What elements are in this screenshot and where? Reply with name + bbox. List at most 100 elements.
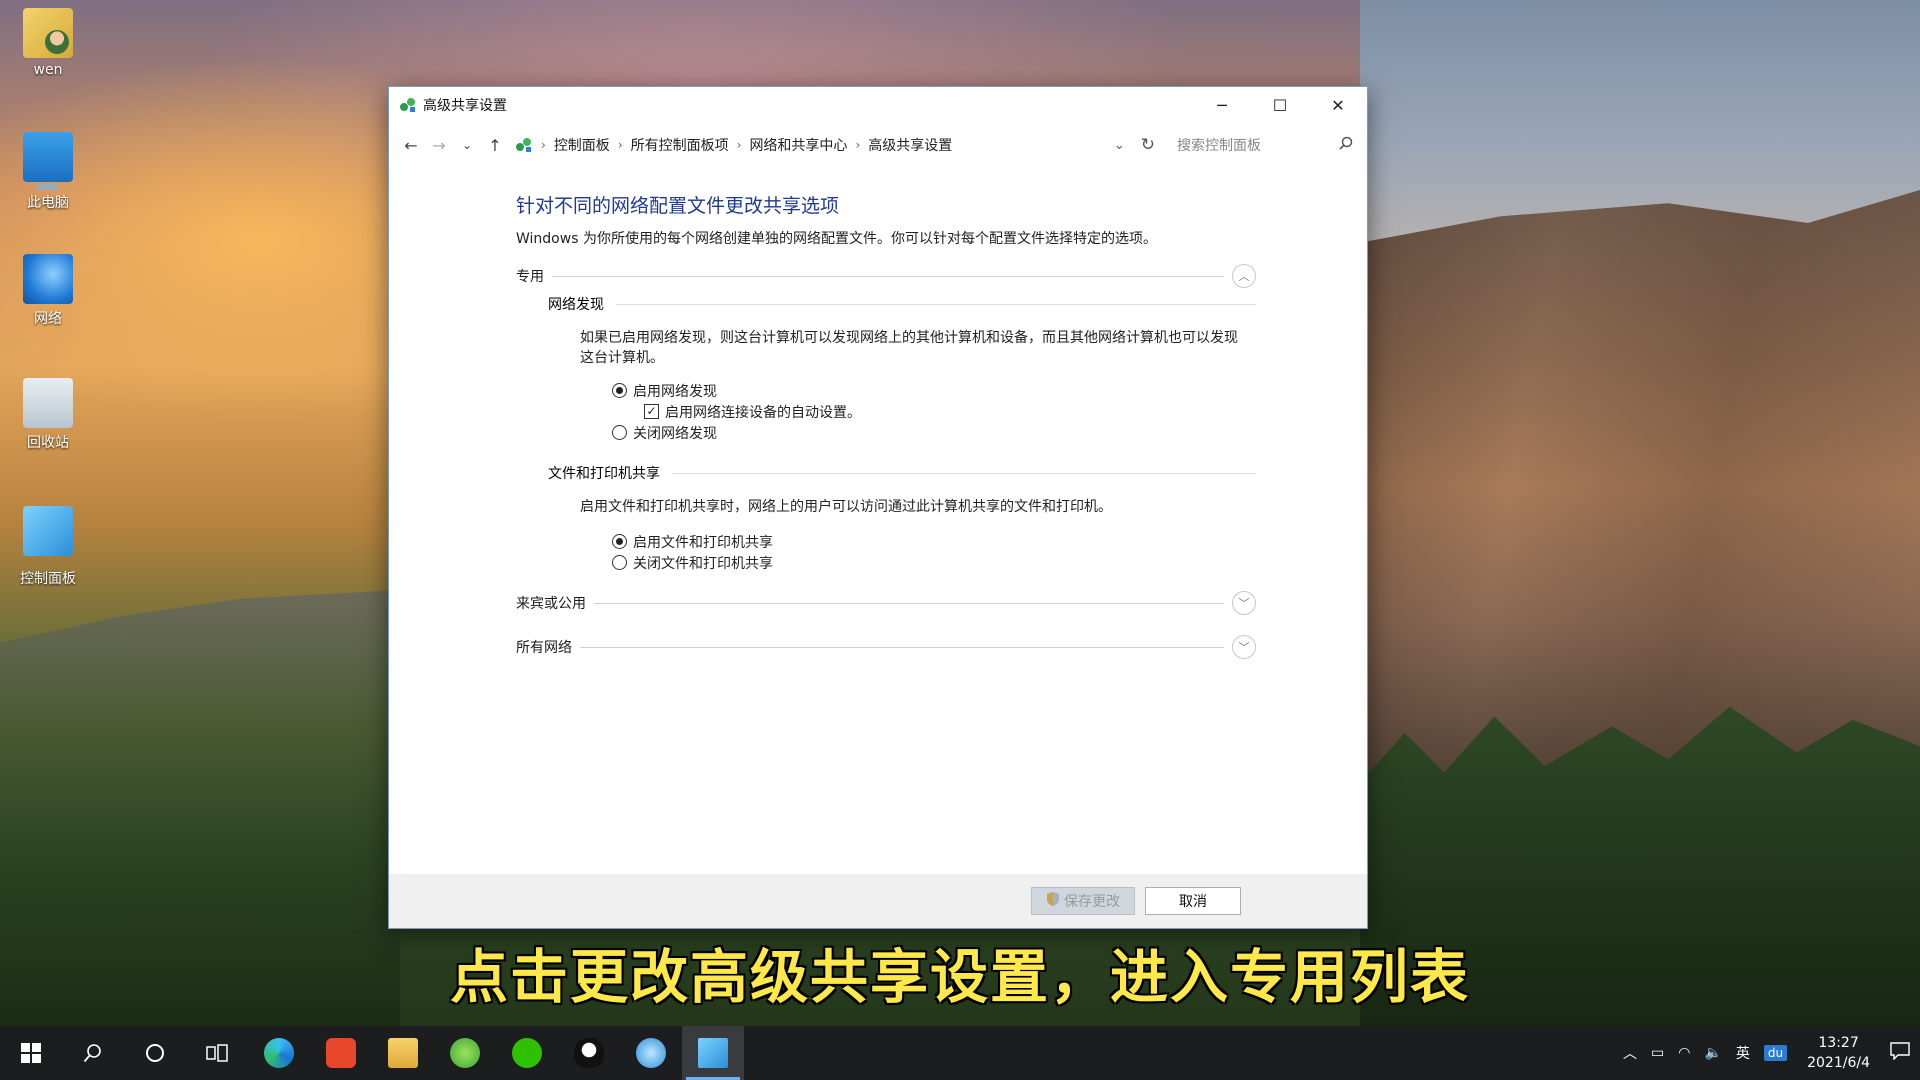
radio-disable-discovery[interactable]: 关闭网络发现 bbox=[612, 422, 1256, 443]
chevron-up-icon[interactable]: ︿ bbox=[1232, 264, 1256, 288]
wechat-icon[interactable] bbox=[496, 1026, 558, 1080]
history-dropdown-icon[interactable]: ⌄ bbox=[1114, 138, 1125, 153]
section-guest-public[interactable]: 来宾或公用 ﹀ bbox=[516, 589, 1256, 617]
address-toolbar: ← → ⌄ ↑ › 控制面板 › 所有控制面板项 › 网络和共享中心 › 高级共… bbox=[389, 123, 1367, 167]
ime-indicator[interactable]: 英 bbox=[1736, 1043, 1750, 1063]
cancel-button[interactable]: 取消 bbox=[1145, 887, 1241, 915]
clock-time: 13:27 bbox=[1818, 1035, 1859, 1051]
volume-icon[interactable]: 🔈 bbox=[1704, 1045, 1721, 1061]
search-box[interactable]: 搜索控制面板 bbox=[1169, 130, 1359, 160]
chevron-up-icon[interactable]: ︿ bbox=[1623, 1043, 1637, 1063]
network-discovery-label: 网络发现 bbox=[548, 297, 604, 313]
breadcrumb: › 控制面板 › 所有控制面板项 › 网络和共享中心 › 高级共享设置 bbox=[515, 135, 1114, 155]
page-title: 针对不同的网络配置文件更改共享选项 bbox=[516, 195, 840, 217]
divider bbox=[672, 472, 1256, 474]
network-discovery-options: 启用网络发现 ✓ 启用网络连接设备的自动设置。 关闭网络发现 bbox=[612, 380, 1256, 443]
section-all-networks[interactable]: 所有网络 ﹀ bbox=[516, 633, 1256, 661]
baidu-icon[interactable]: du bbox=[1763, 1045, 1788, 1061]
breadcrumb-advanced-sharing[interactable]: 高级共享设置 bbox=[868, 135, 952, 155]
forward-arrow-icon[interactable]: → bbox=[425, 136, 453, 155]
radio-selected[interactable] bbox=[612, 534, 627, 549]
title-bar[interactable]: 高级共享设置 ─ ☐ ✕ bbox=[389, 87, 1367, 123]
control-panel-icon bbox=[23, 506, 73, 556]
subsection-file-sharing: 文件和打印机共享 bbox=[548, 459, 1256, 487]
cortana-icon[interactable] bbox=[124, 1026, 186, 1080]
radio-label: 启用网络发现 bbox=[633, 383, 717, 400]
app-globe-icon[interactable] bbox=[620, 1026, 682, 1080]
network-center-icon bbox=[399, 96, 417, 114]
radio-enable-file-sharing[interactable]: 启用文件和打印机共享 bbox=[612, 531, 1256, 552]
search-icon[interactable] bbox=[1339, 136, 1353, 154]
dialog-footer: 保存更改 取消 bbox=[389, 874, 1367, 928]
sharing-content: 针对不同的网络配置文件更改共享选项 Windows 为你所使用的每个网络创建单独… bbox=[516, 191, 1256, 661]
checkbox-label: 启用网络连接设备的自动设置。 bbox=[665, 404, 861, 421]
recent-dropdown-icon[interactable]: ⌄ bbox=[453, 138, 481, 152]
chevron-down-icon[interactable]: ﹀ bbox=[1232, 635, 1256, 659]
save-changes-label: 保存更改 bbox=[1064, 894, 1120, 910]
wifi-icon[interactable]: ◠ bbox=[1678, 1045, 1690, 1061]
desktop-icon-label: 回收站 bbox=[27, 435, 69, 451]
back-arrow-icon[interactable]: ← bbox=[397, 136, 425, 155]
search-input[interactable]: 搜索控制面板 bbox=[1177, 135, 1261, 155]
desktop-icon-label: 网络 bbox=[34, 311, 62, 327]
desktop-icon-label: wen bbox=[33, 62, 63, 78]
chevron-down-icon[interactable]: ﹀ bbox=[1232, 591, 1256, 615]
desktop-icon-label: 控制面板 bbox=[20, 571, 76, 587]
qq-icon[interactable] bbox=[558, 1026, 620, 1080]
minimize-button[interactable]: ─ bbox=[1193, 87, 1251, 123]
radio-unselected[interactable] bbox=[612, 555, 627, 570]
desktop-icon-user[interactable]: wen bbox=[8, 8, 88, 78]
radio-selected[interactable] bbox=[612, 383, 627, 398]
user-folder-icon bbox=[23, 8, 73, 58]
media-app-icon[interactable] bbox=[310, 1026, 372, 1080]
divider bbox=[616, 303, 1256, 305]
windows-logo-icon bbox=[21, 1043, 41, 1063]
notification-icon[interactable] bbox=[1890, 1042, 1910, 1064]
radio-unselected[interactable] bbox=[612, 425, 627, 440]
search-icon[interactable] bbox=[62, 1026, 124, 1080]
edge-browser-icon[interactable] bbox=[248, 1026, 310, 1080]
close-button[interactable]: ✕ bbox=[1309, 87, 1367, 123]
desktop-icon-network[interactable]: 网络 bbox=[8, 254, 88, 328]
save-changes-button[interactable]: 保存更改 bbox=[1031, 887, 1135, 915]
start-button[interactable] bbox=[0, 1026, 62, 1080]
clock-date: 2021/6/4 bbox=[1807, 1055, 1870, 1071]
system-tray: ︿ ▭ ◠ 🔈 英 du 13:27 2021/6/4 bbox=[1623, 1033, 1920, 1073]
computer-icon bbox=[23, 132, 73, 190]
section-guest-label: 来宾或公用 bbox=[516, 596, 586, 612]
checkbox-checked[interactable]: ✓ bbox=[644, 404, 659, 419]
radio-enable-discovery[interactable]: 启用网络发现 bbox=[612, 380, 1256, 401]
breadcrumb-all-items[interactable]: 所有控制面板项 bbox=[631, 135, 729, 155]
task-view-icon[interactable] bbox=[186, 1026, 248, 1080]
recycle-bin-icon bbox=[23, 378, 73, 428]
clock[interactable]: 13:27 2021/6/4 bbox=[1807, 1033, 1870, 1073]
intro-text: Windows 为你所使用的每个网络创建单独的网络配置文件。你可以针对每个配置文… bbox=[516, 231, 1157, 247]
maximize-button[interactable]: ☐ bbox=[1251, 87, 1309, 123]
chevron-right-icon[interactable]: › bbox=[618, 138, 623, 152]
advanced-sharing-window: 高级共享设置 ─ ☐ ✕ ← → ⌄ ↑ › 控制面板 › 所有控制面板项 › … bbox=[388, 86, 1368, 929]
breadcrumb-control-panel[interactable]: 控制面板 bbox=[554, 135, 610, 155]
radio-disable-file-sharing[interactable]: 关闭文件和打印机共享 bbox=[612, 552, 1256, 573]
section-all-label: 所有网络 bbox=[516, 640, 572, 656]
up-arrow-icon[interactable]: ↑ bbox=[481, 136, 509, 155]
divider bbox=[580, 646, 1224, 648]
desktop-icon-control-panel[interactable]: 控制面板 bbox=[8, 506, 88, 588]
chevron-right-icon[interactable]: › bbox=[737, 138, 742, 152]
chevron-right-icon[interactable]: › bbox=[855, 138, 860, 152]
file-sharing-description: 启用文件和打印机共享时，网络上的用户可以访问通过此计算机共享的文件和打印机。 bbox=[580, 499, 1112, 515]
section-private[interactable]: 专用 ︿ bbox=[516, 262, 1256, 290]
file-explorer-icon[interactable] bbox=[372, 1026, 434, 1080]
file-sharing-options: 启用文件和打印机共享 关闭文件和打印机共享 bbox=[612, 531, 1256, 573]
radio-label: 启用文件和打印机共享 bbox=[633, 534, 773, 551]
chevron-right-icon: › bbox=[541, 138, 546, 152]
divider bbox=[552, 275, 1224, 277]
checkbox-auto-setup[interactable]: ✓ 启用网络连接设备的自动设置。 bbox=[612, 401, 1256, 422]
network-device-icon[interactable]: ▭ bbox=[1651, 1045, 1664, 1061]
browser-360-icon[interactable] bbox=[434, 1026, 496, 1080]
refresh-icon[interactable]: ↻ bbox=[1141, 135, 1155, 155]
desktop-icon-recycle-bin[interactable]: 回收站 bbox=[8, 378, 88, 452]
desktop-icon-this-pc[interactable]: 此电脑 bbox=[8, 132, 88, 212]
control-panel-taskbar-icon[interactable] bbox=[682, 1026, 744, 1080]
breadcrumb-network-center[interactable]: 网络和共享中心 bbox=[749, 135, 847, 155]
file-sharing-label: 文件和打印机共享 bbox=[548, 466, 660, 482]
